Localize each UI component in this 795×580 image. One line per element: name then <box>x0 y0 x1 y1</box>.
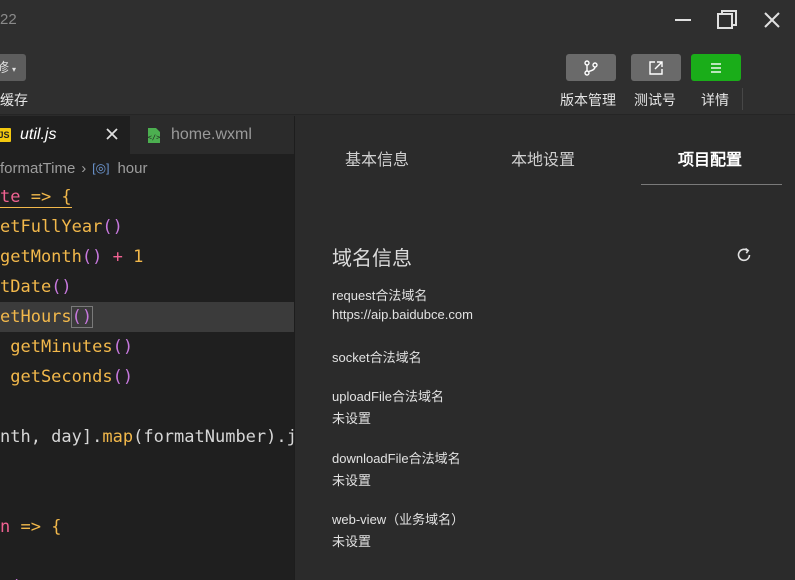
maximize-icon[interactable] <box>715 8 739 32</box>
chevron-right-icon: › <box>81 159 87 177</box>
editor-tabs: JS util.js </> home.wxml <box>0 116 294 154</box>
test-account-button[interactable] <box>631 54 681 81</box>
test-account-label[interactable]: 测试号 <box>634 90 676 110</box>
variable-icon: [◎] <box>92 161 110 175</box>
chevron-down-icon: ▾ <box>12 65 17 74</box>
download-domain-label: downloadFile合法域名 <box>332 451 461 466</box>
webview-domain-value: 未设置 <box>332 534 372 549</box>
code-line: getMonth() + 1 <box>0 247 144 267</box>
left-dropdown[interactable]: 修 ▾ <box>0 54 26 81</box>
code-line: nth, day].map(formatNumber).j <box>0 427 294 447</box>
close-icon[interactable] <box>760 8 784 32</box>
refresh-icon[interactable] <box>735 246 753 264</box>
upload-domain-label: uploadFile合法域名 <box>332 389 444 404</box>
close-tab-icon[interactable] <box>103 125 121 143</box>
tab-local-settings[interactable]: 本地设置 <box>511 146 575 170</box>
request-domain-label: request合法域名 <box>332 288 428 303</box>
code-line: getMinutes() <box>0 337 134 357</box>
code-line: etFullYear() <box>0 217 123 237</box>
version-control-button[interactable] <box>566 54 616 81</box>
code-line: getSeconds() <box>0 367 134 387</box>
toolbar-divider <box>742 88 743 110</box>
code-line: tDate() <box>0 277 72 297</box>
active-tab-indicator <box>641 184 782 185</box>
wxml-file-icon: </> <box>148 127 161 143</box>
code-line-current: etHours() <box>0 302 294 332</box>
details-panel: 基本信息 本地设置 项目配置 域名信息 request合法域名 https://… <box>294 116 795 580</box>
title-bar: 22 <box>0 0 795 40</box>
webview-domain-label: web-view（业务域名） <box>332 512 465 527</box>
details-label[interactable]: 详情 <box>701 90 729 110</box>
breadcrumb: formatTime › [◎] hour <box>0 156 147 180</box>
section-title: 域名信息 <box>332 248 412 270</box>
minimize-icon[interactable] <box>671 8 695 32</box>
tab-label: home.wxml <box>171 126 252 143</box>
panel-tabs: 基本信息 本地设置 项目配置 <box>295 116 795 186</box>
svg-text:</>: </> <box>148 133 161 141</box>
code-editor[interactable]: JS util.js </> home.wxml formatTime › [◎… <box>0 116 294 580</box>
code-line: te => { <box>0 187 72 208</box>
tab-util-js[interactable]: JS util.js <box>0 116 130 154</box>
upload-domain-value: 未设置 <box>332 411 372 426</box>
breadcrumb-symbol[interactable]: hour <box>117 160 147 177</box>
breadcrumb-function[interactable]: formatTime <box>0 160 75 177</box>
tab-basic-info[interactable]: 基本信息 <box>345 146 409 170</box>
toolbar: 修 ▾ 缓存 版本管理 测试号 详情 <box>0 40 795 115</box>
menu-icon <box>711 62 721 73</box>
code-line: +( <box>0 572 294 580</box>
version-control-label[interactable]: 版本管理 <box>560 90 616 110</box>
tab-home-wxml[interactable]: </> home.wxml <box>131 116 289 154</box>
external-link-icon <box>649 60 663 75</box>
left-dropdown-text: 修 <box>0 60 10 75</box>
window-title: 22 <box>0 11 17 28</box>
tab-project-config[interactable]: 项目配置 <box>678 146 742 170</box>
socket-domain-label: socket合法域名 <box>332 350 422 365</box>
download-domain-value: 未设置 <box>332 473 372 488</box>
code-line: n => { <box>0 517 62 537</box>
clear-cache-label[interactable]: 缓存 <box>0 90 28 110</box>
js-file-icon: JS <box>0 128 11 142</box>
tab-label: util.js <box>20 126 57 143</box>
details-button[interactable] <box>691 54 741 81</box>
branch-icon <box>584 59 598 76</box>
request-domain-value: https://aip.baidubce.com <box>332 307 473 322</box>
